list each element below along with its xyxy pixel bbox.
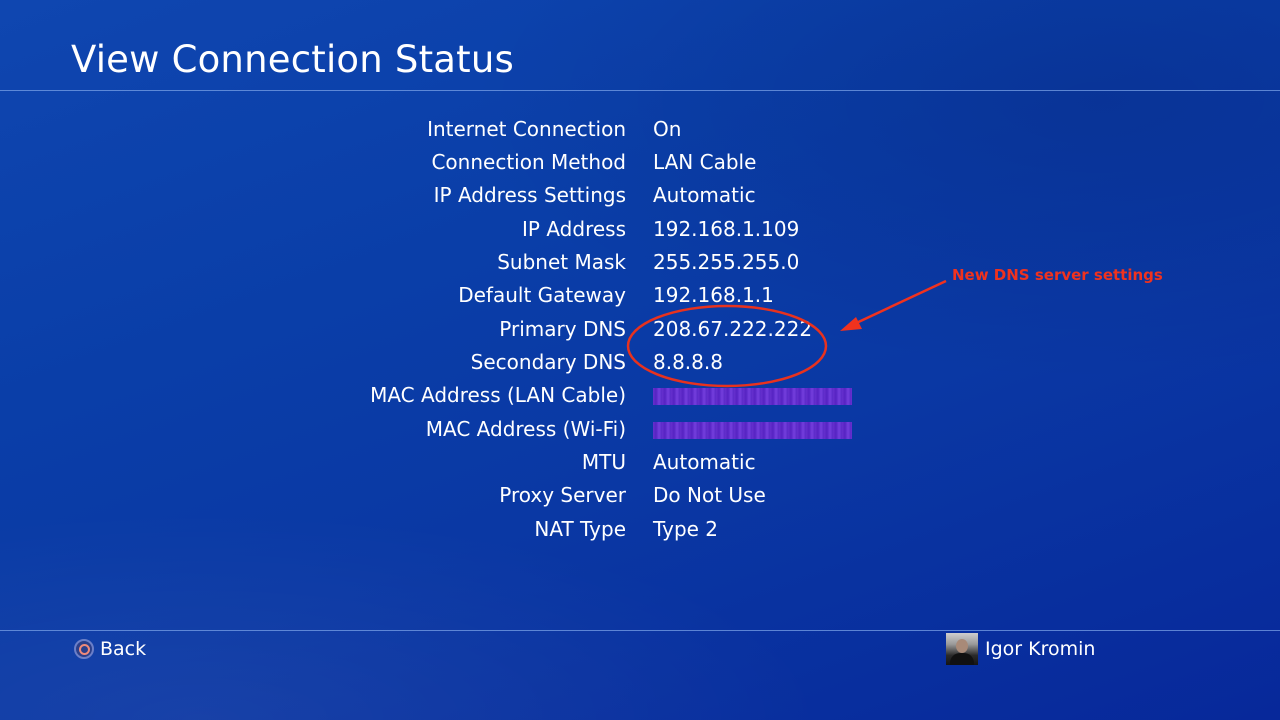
redacted-value bbox=[653, 388, 852, 405]
row-value: 192.168.1.1 bbox=[653, 283, 774, 307]
row-value: Automatic bbox=[653, 183, 756, 207]
row-label: MAC Address (Wi-Fi) bbox=[425, 417, 626, 441]
user-name: Igor Kromin bbox=[985, 638, 1096, 660]
redacted-value bbox=[653, 422, 852, 439]
annotation-label: New DNS server settings bbox=[952, 266, 1163, 284]
row-label: Primary DNS bbox=[499, 317, 626, 341]
circle-button-icon bbox=[74, 639, 94, 659]
avatar bbox=[946, 633, 978, 665]
footer-divider bbox=[0, 630, 1280, 631]
status-row-proxy-server: Proxy Server Do Not Use bbox=[0, 479, 1280, 512]
row-label: MTU bbox=[581, 450, 626, 474]
user-profile: Igor Kromin bbox=[946, 633, 1095, 665]
row-value: 8.8.8.8 bbox=[653, 350, 723, 374]
row-value: 208.67.222.222 bbox=[653, 317, 813, 341]
status-row-mac-address-lan: MAC Address (LAN Cable) bbox=[0, 379, 1280, 412]
status-row-secondary-dns: Secondary DNS 8.8.8.8 bbox=[0, 346, 1280, 379]
row-label: NAT Type bbox=[534, 517, 626, 541]
status-row-primary-dns: Primary DNS 208.67.222.222 bbox=[0, 313, 1280, 346]
row-label: Secondary DNS bbox=[470, 350, 626, 374]
status-row-mtu: MTU Automatic bbox=[0, 446, 1280, 479]
row-value: LAN Cable bbox=[653, 150, 757, 174]
row-label: IP Address Settings bbox=[433, 183, 626, 207]
back-label: Back bbox=[100, 638, 147, 660]
row-label: Internet Connection bbox=[427, 117, 626, 141]
row-value: Automatic bbox=[653, 450, 756, 474]
page-title: View Connection Status bbox=[71, 38, 514, 81]
status-row-ip-address: IP Address 192.168.1.109 bbox=[0, 213, 1280, 246]
row-label: Default Gateway bbox=[458, 283, 626, 307]
row-value: On bbox=[653, 117, 682, 141]
status-row-nat-type: NAT Type Type 2 bbox=[0, 513, 1280, 546]
back-button[interactable]: Back bbox=[74, 637, 146, 661]
status-row-connection-method: Connection Method LAN Cable bbox=[0, 146, 1280, 179]
row-label: Proxy Server bbox=[499, 483, 626, 507]
row-value: Type 2 bbox=[653, 517, 719, 541]
row-label: MAC Address (LAN Cable) bbox=[370, 383, 626, 407]
status-row-ip-address-settings: IP Address Settings Automatic bbox=[0, 179, 1280, 212]
row-value: 255.255.255.0 bbox=[653, 250, 800, 274]
row-label: Subnet Mask bbox=[497, 250, 626, 274]
status-row-internet-connection: Internet Connection On bbox=[0, 113, 1280, 146]
header-divider bbox=[0, 90, 1280, 91]
row-label: IP Address bbox=[522, 217, 626, 241]
status-row-mac-address-wifi: MAC Address (Wi-Fi) bbox=[0, 413, 1280, 446]
row-label: Connection Method bbox=[431, 150, 626, 174]
row-value: Do Not Use bbox=[653, 483, 766, 507]
row-value: 192.168.1.109 bbox=[653, 217, 800, 241]
